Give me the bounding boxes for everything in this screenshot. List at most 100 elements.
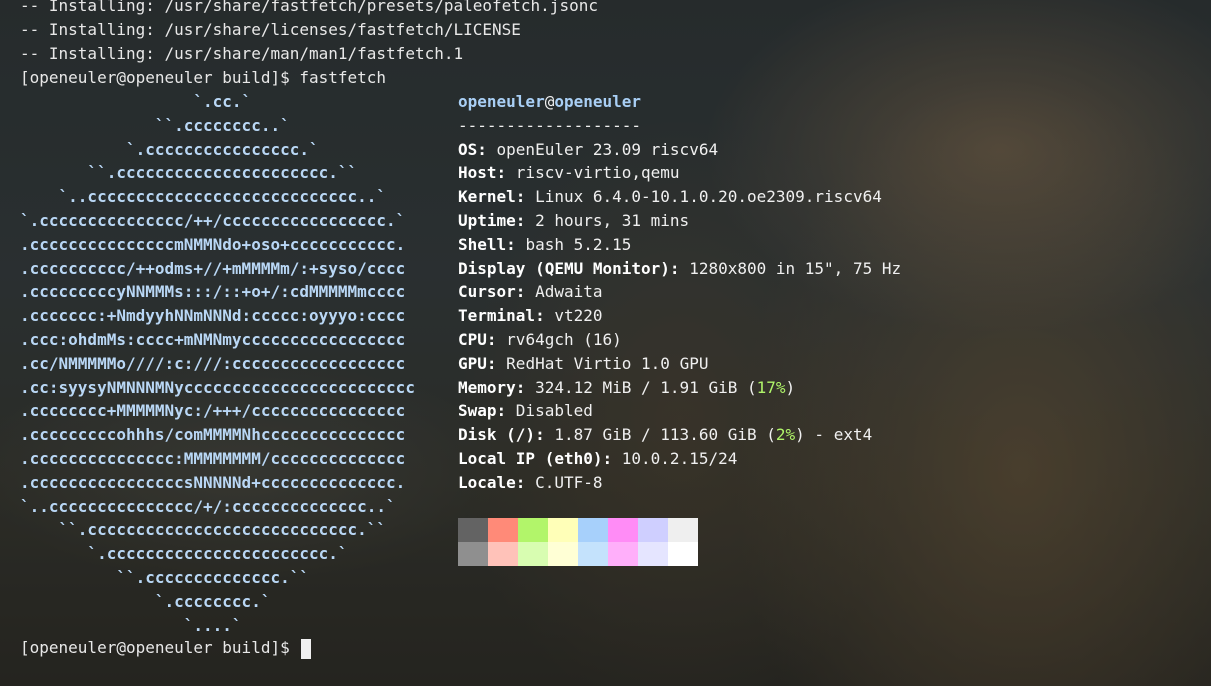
info-row: Cursor: Adwaita: [458, 280, 1198, 304]
info-key: Uptime: [458, 210, 516, 230]
logo-line: .ccccccc:+NmdyyhNNmNNNd:ccccc:oyyyo:cccc: [20, 306, 406, 326]
info-colon: :: [486, 353, 507, 373]
info-row: Swap: Disabled: [458, 399, 1198, 423]
user-host-title: openeuler@openeuler: [458, 90, 1198, 114]
palette-swatch: [638, 542, 668, 566]
info-colon: :: [477, 139, 497, 159]
info-user: openeuler: [458, 92, 545, 111]
color-palette: [458, 518, 698, 566]
logo-line: ``.cccccccccccccccccccccc.``: [20, 163, 358, 183]
info-row: Shell: bash 5.2.15: [458, 233, 1198, 257]
typed-command: fastfetch: [299, 68, 387, 87]
palette-swatch: [518, 542, 548, 566]
palette-swatch: [458, 542, 488, 566]
logo-line: .cccccccccccccccmNMMNdo+oso+ccccccccccc.: [20, 234, 406, 254]
info-colon: :: [602, 448, 622, 468]
info-rows: OS: openEuler 23.09 riscv64 Host: riscv-v…: [458, 138, 1198, 495]
info-key: Locale: [458, 472, 516, 492]
info-value: 1.87 GiB / 113.60 GiB (: [554, 425, 776, 445]
info-row: Terminal: vt220: [458, 304, 1198, 328]
info-value: rv64gch (16): [506, 329, 622, 349]
info-value: C.UTF-8: [535, 472, 603, 492]
logo-line: `..cccccccccccccccccccccccccccc..`: [20, 187, 387, 207]
logo-line: ``.cccccccccccccccccccccccccccc.``: [20, 520, 387, 540]
info-value: 324.12 MiB / 1.91 GiB (: [535, 377, 757, 397]
info-at: @: [544, 92, 555, 111]
system-info-panel: openeuler@openeuler ------------------- …: [458, 90, 1198, 495]
logo-line: `.ccccccccccccccc/++/ccccccccccccccccc.`: [20, 210, 406, 230]
info-colon: :: [486, 329, 507, 349]
info-value-suffix: ) - ext4: [795, 425, 873, 445]
info-value: riscv-virtio,qemu: [515, 163, 680, 183]
logo-line: `.ccccccccccccccccccccccc.`: [20, 544, 348, 564]
info-row: Local IP (eth0): 10.0.2.15/24: [458, 447, 1198, 471]
logo-line: ``.cccccccccccccc.``: [20, 567, 309, 587]
info-colon: :: [515, 377, 536, 397]
info-value: 10.0.2.15/24: [621, 448, 738, 468]
info-value: bash 5.2.15: [525, 234, 632, 254]
scrollback-line: -- Installing: /usr/share/man/man1/fastf…: [20, 44, 464, 63]
palette-swatch: [458, 518, 488, 542]
info-key: Shell: [458, 234, 507, 254]
info-row: Uptime: 2 hours, 31 mins: [458, 209, 1198, 233]
palette-swatch: [578, 542, 608, 566]
info-host: openeuler: [554, 92, 642, 111]
info-key: Display (QEMU Monitor): [458, 258, 670, 278]
info-key: Cursor: [458, 282, 516, 302]
palette-swatch: [608, 518, 638, 542]
palette-swatch: [668, 518, 698, 542]
info-row: Kernel: Linux 6.4.0-10.1.0.20.oe2309.ris…: [458, 185, 1198, 209]
info-colon: :: [515, 210, 536, 230]
info-colon: :: [669, 258, 690, 278]
shell-prompt: [openeuler@openeuler build]$: [20, 638, 300, 657]
info-value: 2 hours, 31 mins: [535, 210, 690, 230]
info-row: Host: riscv-virtio,qemu: [458, 161, 1198, 185]
logo-line: `.cccccccccccccccc.`: [20, 139, 319, 159]
info-key: CPU: [458, 329, 487, 349]
info-value: Disabled: [515, 401, 593, 421]
info-key: Terminal: [458, 306, 536, 326]
info-value: openEuler 23.09 riscv64: [496, 139, 719, 159]
info-row: GPU: RedHat Virtio 1.0 GPU: [458, 352, 1198, 376]
info-value-suffix: ): [785, 377, 796, 397]
info-row: Memory: 324.12 MiB / 1.91 GiB (17%): [458, 376, 1198, 400]
logo-line: `..ccccccccccccccc/+/:cccccccccccccc..`: [20, 496, 396, 516]
logo-line: .ccccccccccccccc:MMMMMMMM/cccccccccccccc: [20, 448, 406, 468]
palette-swatch: [608, 542, 638, 566]
info-colon: :: [496, 401, 516, 421]
info-row: OS: openEuler 23.09 riscv64: [458, 138, 1198, 162]
logo-line: .cccccccccyNNMMMs:::/::+o+/:cdMMMMMmcccc: [20, 282, 406, 302]
logo-line: .cc/NMMMMMo////:c:///:cccccccccccccccccc: [20, 353, 406, 373]
scrollback-line: -- Installing: /usr/share/licenses/fastf…: [20, 20, 521, 39]
palette-swatch: [548, 542, 578, 566]
palette-swatch: [488, 542, 518, 566]
info-key: OS: [458, 139, 478, 159]
info-value: Adwaita: [535, 282, 603, 302]
logo-line: `....`: [20, 615, 242, 635]
palette-swatch: [578, 518, 608, 542]
logo-line: ``.cccccccc..`: [20, 115, 290, 135]
palette-swatch: [668, 542, 698, 566]
usage-percent: 2%: [775, 425, 796, 445]
info-row: CPU: rv64gch (16): [458, 328, 1198, 352]
info-key: GPU: [458, 353, 487, 373]
palette-swatch: [638, 518, 668, 542]
info-colon: :: [535, 306, 555, 326]
palette-swatch: [518, 518, 548, 542]
info-colon: :: [535, 425, 555, 445]
logo-line: .ccccccccccccccccsNNNNNd+cccccccccccccc.: [20, 472, 406, 492]
info-colon: :: [515, 472, 536, 492]
logo-line: `.cccccccc.`: [20, 591, 271, 611]
info-colon: :: [496, 163, 516, 183]
info-value: Linux 6.4.0-10.1.0.20.oe2309.riscv64: [535, 187, 882, 207]
command-line[interactable]: [openeuler@openeuler build]$: [20, 636, 312, 660]
info-key: Kernel: [458, 187, 516, 207]
usage-percent: 17%: [756, 377, 786, 397]
info-row: Disk (/): 1.87 GiB / 113.60 GiB (2%) - e…: [458, 423, 1198, 447]
info-colon: :: [515, 187, 536, 207]
info-key: Host: [458, 163, 497, 183]
logo-line: .ccc:ohdmMs:cccc+mNMNmyccccccccccccccccc: [20, 329, 406, 349]
info-key: Local IP (eth0): [458, 448, 603, 468]
info-value: 1280x800 in 15", 75 Hz: [689, 258, 902, 278]
logo-line: .cc:syysyNMNNNMNyccccccccccccccccccccccc…: [20, 377, 415, 397]
